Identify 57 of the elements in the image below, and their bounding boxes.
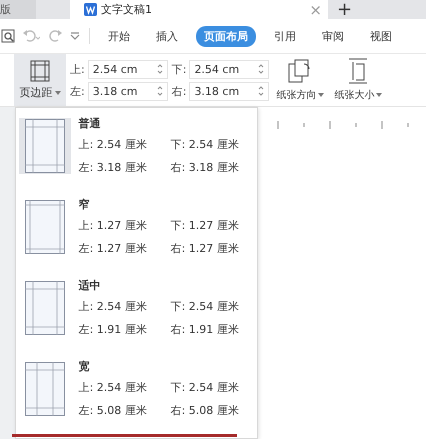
margin-value: 左: 1.27 厘米 (78, 241, 148, 256)
margin-preset[interactable]: 窄 上: 1.27 厘米 下: 1.27 厘米 左: 1.27 厘米 右: 1.27 厘米 (16, 195, 257, 276)
margin-input[interactable]: 3.18 cm (88, 82, 168, 100)
ribbon-tab[interactable]: 视图 (362, 26, 400, 46)
caret-icon (54, 90, 60, 94)
ribbon-tab[interactable]: 引用 (266, 26, 304, 46)
size-button[interactable]: 纸张大小 (331, 54, 386, 106)
field-label: 上: (70, 62, 85, 76)
preset-name: 适中 (78, 278, 102, 293)
caret-icon (318, 93, 324, 97)
margins-icon (30, 60, 50, 82)
document-tab[interactable]: 文字文稿1 × (70, 0, 328, 19)
margin-input[interactable]: 2.54 cm (189, 60, 270, 78)
margin-value: 右: 1.27 厘米 (170, 241, 239, 256)
customize-caret-icon[interactable] (70, 31, 80, 41)
margin-value: 右: 1.91 厘米 (170, 322, 239, 337)
field-label: 下: (172, 62, 186, 76)
ribbon-tab[interactable]: 插入 (148, 26, 186, 46)
spinner-icon[interactable] (156, 85, 163, 97)
spinner-icon[interactable] (156, 63, 163, 75)
margin-value: 上: 2.54 厘米 (78, 380, 148, 395)
spinner-icon[interactable] (258, 85, 264, 97)
ribbon-tab[interactable]: 审阅 (314, 26, 352, 46)
margin-value: 下: 2.54 厘米 (170, 380, 239, 395)
caret-icon (376, 93, 382, 97)
new-tab-button[interactable]: + (328, 0, 362, 19)
margin-input[interactable]: 3.18 cm (189, 82, 270, 100)
margin-preset[interactable]: 普通 上: 2.54 厘米 下: 2.54 厘米 左: 3.18 厘米 右: 3.18 厘米 (16, 114, 257, 195)
document-icon (84, 3, 97, 16)
margin-preset[interactable]: 宽 上: 2.54 厘米 下: 2.54 厘米 左: 5.08 厘米 右: 5.08 厘米 (16, 357, 257, 438)
page-size-icon (347, 58, 370, 84)
margin-preset[interactable]: 适中 上: 2.54 厘米 下: 2.54 厘米 左: 1.91 厘米 右: 1.91 厘米 (16, 276, 257, 357)
margin-input[interactable]: 2.54 cm (88, 60, 168, 78)
margin-value: 下: 2.54 厘米 (170, 137, 239, 152)
orientation-button[interactable]: 纸张方向 (273, 54, 328, 106)
margin-value: 上: 2.54 厘米 (78, 137, 148, 152)
document-tab[interactable]: 版 (0, 0, 36, 19)
margin-value: 左: 5.08 厘米 (78, 403, 148, 418)
margin-value: 上: 1.27 厘米 (78, 218, 148, 233)
margin-value: 右: 3.18 厘米 (170, 160, 239, 175)
preset-name: 窄 (78, 197, 91, 212)
margin-value: 左: 3.18 厘米 (78, 160, 148, 175)
print-preview-icon[interactable] (1, 29, 15, 43)
spinner-icon[interactable] (258, 63, 264, 75)
preset-name: 普通 (78, 116, 102, 131)
margin-value: 下: 1.27 厘米 (170, 218, 239, 233)
undo-icon[interactable] (22, 29, 40, 43)
margin-value: 下: 2.54 厘米 (170, 299, 239, 314)
margin-value: 左: 1.91 厘米 (78, 322, 148, 337)
margins-button[interactable]: 页边距 (14, 54, 66, 106)
ribbon-tab[interactable]: 开始 (100, 26, 138, 46)
margin-value: 右: 5.08 厘米 (170, 403, 239, 418)
field-label: 右: (172, 84, 186, 98)
field-label: 左: (70, 84, 85, 98)
margin-value: 上: 2.54 厘米 (78, 299, 148, 314)
redo-icon[interactable] (47, 29, 63, 43)
preset-name: 宽 (78, 359, 91, 374)
